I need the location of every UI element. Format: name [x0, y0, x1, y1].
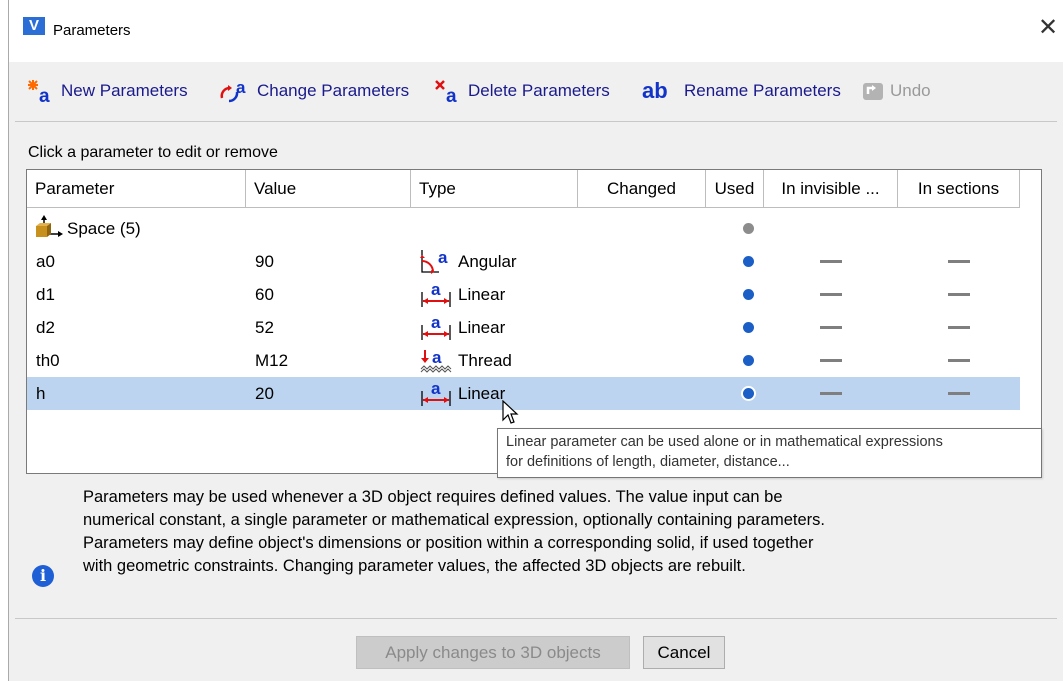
used-indicator — [743, 289, 754, 300]
rename-parameters-label: Rename Parameters — [684, 81, 841, 100]
undo-label: Undo — [890, 81, 931, 100]
parameter-name: a0 — [36, 252, 55, 271]
window-title: Parameters — [53, 22, 131, 39]
info-line-1: Parameters may be used whenever a 3D obj… — [83, 488, 783, 506]
table-row[interactable]: d2 52 a Linear — [27, 311, 1020, 344]
in-invisible-dash — [820, 260, 842, 263]
toolbar: a New Parameters a Change Parameters a D… — [9, 62, 1063, 116]
parameter-type: Linear — [458, 285, 506, 304]
undo-button[interactable]: Undo — [862, 78, 931, 104]
footer-divider — [15, 618, 1057, 619]
delete-parameters-button[interactable]: a Delete Parameters — [434, 78, 610, 107]
parameter-value: 20 — [255, 384, 274, 403]
in-sections-dash — [948, 293, 970, 296]
angular-icon: a — [419, 247, 453, 275]
svg-text:a: a — [431, 313, 441, 332]
table-row[interactable]: d1 60 a Linear — [27, 278, 1020, 311]
info-icon: i — [32, 565, 54, 587]
parameter-type: Thread — [458, 351, 512, 370]
group-label: Space (5) — [67, 219, 141, 238]
new-parameters-label: New Parameters — [61, 81, 188, 100]
svg-text:a: a — [39, 86, 50, 104]
table-row[interactable]: a0 90 a Angular — [27, 245, 1020, 278]
parameter-value: 52 — [255, 318, 274, 337]
parameter-type: Linear — [458, 384, 506, 403]
cancel-button[interactable]: Cancel — [643, 636, 725, 669]
change-parameters-label: Change Parameters — [257, 81, 410, 100]
app-logo-icon: V — [23, 17, 45, 39]
column-header-used[interactable]: Used — [706, 170, 764, 208]
table-row[interactable]: th0 M12 a Thread — [27, 344, 1020, 377]
column-header-value[interactable]: Value — [246, 170, 411, 208]
column-header-in-sections[interactable]: In sections — [898, 170, 1020, 208]
info-line-4: with geometric constraints. Changing par… — [83, 557, 746, 575]
column-header-parameter[interactable]: Parameter — [27, 170, 246, 208]
svg-text:a: a — [236, 78, 246, 97]
thread-icon: a — [419, 346, 453, 374]
change-parameter-icon: a — [219, 78, 253, 104]
in-sections-dash — [948, 359, 970, 362]
parameter-type: Angular — [458, 252, 517, 271]
parameter-type: Linear — [458, 318, 506, 337]
linear-icon: a — [419, 313, 453, 341]
mouse-cursor-icon — [502, 400, 519, 424]
linear-icon: a — [419, 379, 453, 407]
new-parameters-button[interactable]: a New Parameters — [27, 78, 188, 107]
svg-text:a: a — [431, 280, 441, 299]
parameter-value: M12 — [255, 351, 289, 370]
info-line-2: numerical constant, a single parameter o… — [83, 511, 825, 529]
parameter-name: d1 — [36, 285, 55, 304]
apply-changes-button[interactable]: Apply changes to 3D objects — [356, 636, 630, 669]
in-invisible-dash — [820, 359, 842, 362]
column-header-in-invisible[interactable]: In invisible ... — [764, 170, 898, 208]
parameter-name: d2 — [36, 318, 55, 337]
delete-parameter-icon: a — [434, 78, 464, 107]
change-parameters-button[interactable]: a Change Parameters — [219, 78, 409, 104]
table-row[interactable]: h 20 a Linear — [27, 377, 1020, 410]
close-button[interactable]: ✕ — [1035, 14, 1061, 42]
toolbar-divider — [15, 121, 1057, 122]
undo-icon — [862, 78, 886, 104]
table-header: Parameter Value Type Changed Used In inv… — [27, 170, 1041, 208]
column-header-changed[interactable]: Changed — [578, 170, 706, 208]
svg-text:a: a — [446, 86, 457, 104]
column-header-type[interactable]: Type — [411, 170, 578, 208]
used-indicator — [743, 388, 754, 399]
tooltip-line-1: Linear parameter can be used alone or in… — [506, 434, 943, 450]
space-icon — [34, 214, 64, 242]
used-indicator — [743, 355, 754, 366]
in-sections-dash — [948, 260, 970, 263]
info-line-3: Parameters may define object's dimension… — [83, 534, 814, 552]
in-sections-dash — [948, 392, 970, 395]
parameter-value: 60 — [255, 285, 274, 304]
svg-text:a: a — [432, 348, 442, 367]
in-invisible-dash — [820, 392, 842, 395]
type-tooltip: Linear parameter can be used alone or in… — [497, 428, 1042, 478]
delete-parameters-label: Delete Parameters — [468, 81, 610, 100]
tooltip-line-2: for definitions of length, diameter, dis… — [506, 454, 790, 470]
parameter-value: 90 — [255, 252, 274, 271]
used-indicator — [743, 223, 754, 234]
title-bar: V Parameters ✕ — [9, 0, 1063, 62]
hint-text: Click a parameter to edit or remove — [28, 144, 278, 161]
parameters-dialog: V Parameters ✕ a New Parameters a Change… — [8, 0, 1063, 681]
svg-text:a: a — [438, 248, 448, 267]
rename-parameters-button[interactable]: ab Rename Parameters — [642, 78, 841, 104]
parameter-name: h — [36, 384, 46, 403]
used-indicator — [743, 322, 754, 333]
group-row-space[interactable]: Space (5) — [27, 212, 1020, 245]
svg-text:a: a — [431, 379, 441, 398]
linear-icon: a — [419, 280, 453, 308]
in-sections-dash — [948, 326, 970, 329]
in-invisible-dash — [820, 293, 842, 296]
info-text: Parameters may be used whenever a 3D obj… — [83, 486, 1013, 578]
in-invisible-dash — [820, 326, 842, 329]
rename-icon: ab — [642, 78, 668, 103]
parameter-name: th0 — [36, 351, 60, 370]
used-indicator — [743, 256, 754, 267]
new-parameter-icon: a — [27, 78, 57, 107]
